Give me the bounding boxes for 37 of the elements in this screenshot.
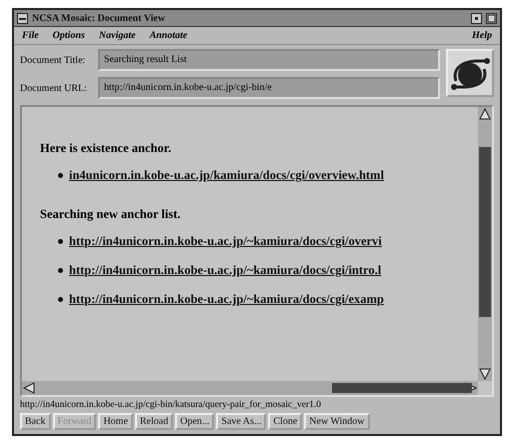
anchor-link[interactable]: http://in4unicorn.in.kobe-u.ac.jp/~kamiura/docs/cgi/intro.l: [69, 263, 382, 278]
menu-item[interactable]: Options: [52, 30, 85, 41]
anchor-link[interactable]: http://in4unicorn.in.kobe-u.ac.jp/~kamiura/docs/cgi/overvi: [69, 234, 382, 249]
minimize-icon[interactable]: [471, 12, 482, 24]
field-label: Document Title:: [20, 54, 86, 66]
toolbar-button[interactable]: Reload: [134, 413, 174, 430]
bullet-icon: [58, 239, 63, 244]
menu-item[interactable]: File: [22, 30, 39, 41]
toolbar-button[interactable]: Home: [98, 413, 133, 430]
toolbar-button[interactable]: New Window: [304, 413, 370, 430]
window-title: NCSA Mosaic: Document View: [32, 12, 166, 24]
text-field[interactable]: Searching result List: [98, 49, 440, 71]
help-menu[interactable]: Help: [472, 30, 492, 41]
anchor-link[interactable]: http://in4unicorn.in.kobe-u.ac.jp/~kamiura/docs/cgi/examp: [69, 292, 384, 307]
menu-item[interactable]: Annotate: [150, 30, 188, 41]
text-field[interactable]: http://in4unicorn.in.kobe-u.ac.jp/cgi-bin/e: [98, 77, 440, 99]
globe-logo-icon[interactable]: [446, 49, 494, 97]
status-text: http://in4unicorn.in.kobe-u.ac.jp/cgi-bin/katsura/query-pair_for_mosaic_ver1.0: [19, 399, 322, 411]
up-arrow-icon[interactable]: [478, 107, 492, 121]
bullet-icon: [58, 173, 63, 178]
bullet-icon: [58, 268, 63, 273]
toolbar-button[interactable]: Save As...: [216, 413, 266, 430]
section-heading: Here is existence anchor.: [40, 141, 172, 156]
anchor-link[interactable]: in4unicorn.in.kobe-u.ac.jp/kamiura/docs/cgi/overview.html: [69, 168, 384, 183]
vertical-scrollbar[interactable]: [478, 107, 492, 381]
horizontal-scrollbar[interactable]: [22, 381, 478, 395]
section-heading: Searching new anchor list.: [40, 207, 182, 222]
maximize-icon[interactable]: [486, 12, 497, 24]
left-arrow-icon[interactable]: [22, 381, 36, 395]
window-menu-icon[interactable]: [17, 12, 28, 24]
menu-item[interactable]: Navigate: [98, 30, 136, 41]
field-label: Document URL:: [20, 82, 88, 94]
down-arrow-icon[interactable]: [478, 367, 492, 381]
bullet-icon: [58, 297, 63, 302]
toolbar-button[interactable]: Back: [20, 413, 51, 430]
toolbar-button[interactable]: Clone: [268, 413, 302, 430]
toolbar-button[interactable]: Open...: [175, 413, 214, 430]
